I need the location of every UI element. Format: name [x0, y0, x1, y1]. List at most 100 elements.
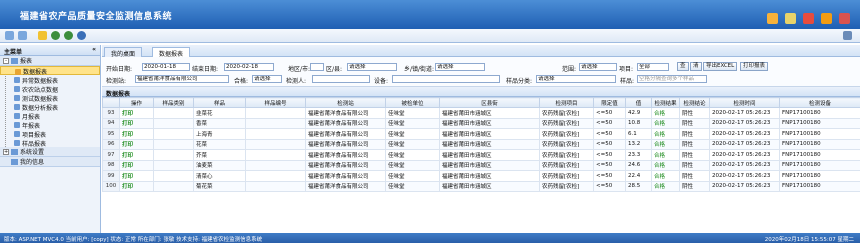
table-cell: FNP17100180: [779, 107, 860, 119]
print-link[interactable]: 打印: [119, 159, 154, 171]
print-link[interactable]: 打印: [119, 138, 154, 150]
window-icon[interactable]: [18, 31, 27, 40]
print-link[interactable]: 打印: [119, 117, 154, 129]
table-cell: 福建省莆洋食品有限公司: [305, 117, 386, 129]
table-row[interactable]: 98 打印 油麦菜 福建省莆洋食品有限公司 佳味堂 福建省莆田市涵城区 农药残留[农检] <=…: [102, 159, 860, 171]
column-header[interactable]: 区县街: [439, 97, 540, 108]
sidebar-group-myinfo[interactable]: 我的信息: [0, 157, 100, 167]
sidebar-item-analysis-report[interactable]: 数据分析报表: [0, 102, 100, 112]
device-input[interactable]: [392, 75, 500, 83]
table-cell: 农药残留[农检]: [539, 107, 594, 119]
column-header[interactable]: 检测站: [305, 97, 386, 108]
table-cell: 福建省莆洋食品有限公司: [305, 149, 386, 161]
refresh-icon[interactable]: [64, 31, 73, 40]
column-header[interactable]: 被检单位: [385, 97, 440, 108]
bulb-icon[interactable]: [38, 31, 47, 40]
table-row[interactable]: 96 打印 花菜 福建省莆洋食品有限公司 佳味堂 福建省莆田市涵城区 农药残留[农检] <=5…: [102, 138, 860, 150]
county-label: 区/县:: [326, 66, 343, 73]
table-cell: FNP17100180: [779, 170, 860, 182]
export-excel-button[interactable]: 导出EXCEL: [703, 62, 738, 71]
sidebar-group-reports[interactable]: - 报表: [0, 56, 100, 66]
tab-desktop[interactable]: 我的桌面: [104, 47, 143, 58]
table-row[interactable]: 95 打印 上海青 福建省莆洋食品有限公司 佳味堂 福建省莆田市涵城区 农药残留[农检] <=…: [102, 128, 860, 140]
sidebar-item-yearly[interactable]: 年报表: [0, 120, 100, 130]
column-header[interactable]: 值: [625, 97, 652, 108]
town-select[interactable]: 请选择: [435, 63, 485, 71]
sidebar-group-settings[interactable]: + 系统设置: [0, 147, 100, 157]
arrow-right-icon[interactable]: [77, 31, 86, 40]
sample-input[interactable]: 空格分隔查询多个样品: [637, 75, 707, 83]
sidebar-item-test-report[interactable]: 测试数据报表: [0, 93, 100, 103]
table-row[interactable]: 94 打印 香菜 福建省莆洋食品有限公司 佳味堂 福建省莆田市涵城区 农药残留[农检] <=5…: [102, 117, 860, 129]
sidebar-item-station-data[interactable]: 农农站点数据: [0, 84, 100, 94]
settings-icon[interactable]: [843, 31, 852, 40]
sidebar-item-abnormal-report[interactable]: 异常数据报表: [0, 75, 100, 85]
print-link[interactable]: 打印: [119, 170, 154, 182]
report-icon: [14, 95, 20, 101]
tab-bar: 我的桌面 数据报表: [102, 45, 860, 58]
column-header[interactable]: 样品: [193, 97, 246, 108]
category-select[interactable]: 请选择: [536, 75, 616, 83]
column-header[interactable]: 操作: [119, 97, 154, 108]
pass-select[interactable]: 请选择: [252, 75, 282, 83]
scope-select[interactable]: 请选择: [579, 63, 617, 71]
table-cell: [153, 159, 194, 171]
tester-input[interactable]: [312, 75, 370, 83]
table-cell: 福建省莆洋食品有限公司: [305, 128, 386, 140]
tab-data-report[interactable]: 数据报表: [152, 47, 191, 58]
end-date-input[interactable]: 2020-02-18: [224, 63, 274, 71]
table-cell: 福建省莆田市涵城区: [439, 180, 540, 192]
table-row[interactable]: 100 打印 菊花菜 福建省莆洋食品有限公司 佳味堂 福建省莆田市涵城区 农药残留[农检] <…: [102, 180, 860, 192]
column-header[interactable]: 样品类别: [153, 97, 194, 108]
table-cell: <=50: [593, 107, 626, 119]
county-select[interactable]: 请选择: [347, 63, 397, 71]
expand-icon[interactable]: -: [3, 57, 9, 64]
sidebar-item-monthly[interactable]: 月报表: [0, 111, 100, 121]
sidebar-item-project[interactable]: 项目报表: [0, 129, 100, 139]
table-cell: 佳味堂: [385, 117, 440, 129]
print-link[interactable]: 打印: [119, 128, 154, 140]
user-icon[interactable]: [821, 13, 832, 24]
column-header[interactable]: 检测结论: [679, 97, 710, 108]
main-panel: 我的桌面 数据报表 开始日期: 2020-01-18 结束日期: 2020-02…: [102, 45, 860, 233]
table-cell: [153, 117, 194, 129]
clear-button[interactable]: 清: [690, 62, 702, 71]
table-cell: 2020-02-17 05:26:23: [709, 159, 780, 171]
column-header[interactable]: 检测项目: [539, 97, 594, 108]
table-row[interactable]: 97 打印 芥菜 福建省莆洋食品有限公司 佳味堂 福建省莆田市涵城区 农药残留[农检] <=5…: [102, 149, 860, 161]
arrow-left-icon[interactable]: [51, 31, 60, 40]
column-header[interactable]: 检测结果: [651, 97, 680, 108]
back-icon[interactable]: [5, 31, 14, 40]
sidebar-item-data-report[interactable]: 数据报表: [0, 66, 100, 76]
exit-icon[interactable]: [839, 13, 850, 24]
column-header[interactable]: 检测时间: [709, 97, 780, 108]
table-cell: [153, 107, 194, 119]
home-icon[interactable]: [767, 13, 778, 24]
column-header[interactable]: [102, 97, 120, 108]
lock-icon[interactable]: [785, 13, 796, 24]
print-link[interactable]: 打印: [119, 180, 154, 192]
column-header[interactable]: 限定值: [593, 97, 626, 108]
expand-icon[interactable]: +: [3, 148, 9, 155]
table-row[interactable]: 99 打印 清菜心 福建省莆洋食品有限公司 佳味堂 福建省莆田市涵城区 农药残留[农检] <=…: [102, 170, 860, 182]
start-date-input[interactable]: 2020-01-18: [142, 63, 190, 71]
table-cell: 佳味堂: [385, 180, 440, 192]
column-header[interactable]: 检测设备: [779, 97, 860, 108]
table-cell: 农药残留[农检]: [539, 117, 594, 129]
print-report-button[interactable]: 打印报表: [740, 62, 769, 71]
calendar-icon[interactable]: [803, 13, 814, 24]
station-select[interactable]: 福建省莆洋食品有限公司: [135, 75, 229, 83]
collapse-icon[interactable]: «: [92, 46, 96, 53]
column-header[interactable]: 样品编号: [245, 97, 306, 108]
sidebar-item-sample[interactable]: 样品报表: [0, 138, 100, 148]
table-row[interactable]: 93 打印 韭菜花 福建省莆洋食品有限公司 佳味堂 福建省莆田市涵城区 农药残留[农检] <=…: [102, 107, 860, 119]
filter-panel: 开始日期: 2020-01-18 结束日期: 2020-02-18 地区/市: …: [102, 57, 860, 87]
print-link[interactable]: 打印: [119, 107, 154, 119]
item-select[interactable]: 全部: [637, 63, 669, 71]
table-cell: 佳味堂: [385, 128, 440, 140]
table-cell: 佳味堂: [385, 138, 440, 150]
sidebar: 主菜单 « - 报表 数据报表 异常数据报表 农农站点数据 测试数据报表 数据分析报…: [0, 45, 101, 233]
print-link[interactable]: 打印: [119, 149, 154, 161]
query-button[interactable]: 查: [677, 62, 689, 71]
region-select[interactable]: [310, 63, 324, 71]
